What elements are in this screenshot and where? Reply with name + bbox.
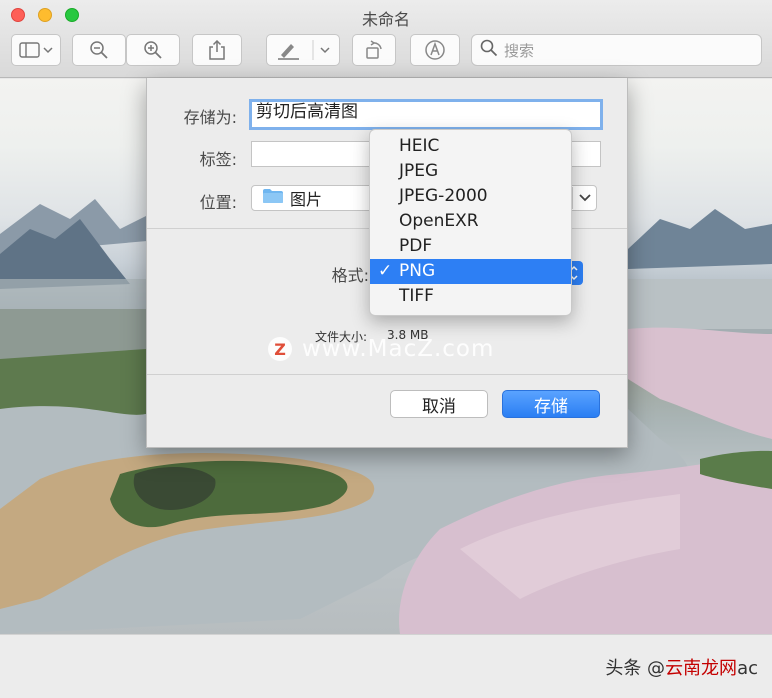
location-label: 位置:: [199, 193, 237, 212]
menu-item-jpeg[interactable]: JPEG: [370, 159, 571, 184]
source-prefix: 头条 @: [605, 658, 666, 679]
location-value: 图片: [290, 190, 323, 209]
sidebar-toggle-button[interactable]: [11, 34, 61, 66]
sidebar-icon: [19, 42, 53, 58]
tags-label: 标签:: [199, 150, 237, 169]
title-bar: 未命名 搜索: [0, 0, 772, 78]
menu-item-label: PNG: [399, 261, 436, 281]
cancel-button[interactable]: 取消: [390, 390, 488, 418]
search-field[interactable]: 搜索: [471, 34, 762, 66]
search-placeholder: 搜索: [504, 41, 535, 60]
source-suffix: ac: [737, 658, 758, 679]
rotate-button[interactable]: [352, 34, 396, 66]
share-icon: [208, 40, 226, 60]
markup-button[interactable]: [266, 34, 340, 66]
rotate-icon: [364, 40, 384, 60]
watermark: Z www.MacZ.com: [268, 336, 494, 362]
menu-item-jpeg-2000[interactable]: JPEG-2000: [370, 184, 571, 209]
divider: [147, 374, 627, 375]
save-as-label: 存储为:: [183, 108, 237, 127]
menu-item-openexr[interactable]: OpenEXR: [370, 209, 571, 234]
annotate-button[interactable]: [410, 34, 460, 66]
annotate-icon: [424, 39, 446, 61]
save-as-field[interactable]: 剪切后高清图: [249, 99, 603, 130]
menu-item-tiff[interactable]: TIFF: [370, 284, 571, 309]
zoom-in-button[interactable]: [126, 34, 180, 66]
menu-item-pdf[interactable]: PDF: [370, 234, 571, 259]
format-label: 格式:: [331, 266, 369, 285]
macz-logo-icon: Z: [268, 337, 292, 361]
zoom-in-icon: [143, 40, 163, 60]
markup-pen-icon: [277, 40, 333, 60]
source-accent: 云南龙网: [665, 658, 738, 679]
watermark-text: www.MacZ.com: [302, 336, 495, 362]
source-watermark: 头条 @云南龙网ac: [605, 654, 758, 680]
chevron-down-icon: [572, 187, 596, 209]
checkmark-icon: ✓: [378, 261, 393, 281]
window-title: 未命名: [361, 10, 410, 29]
menu-item-heic[interactable]: HEIC: [370, 134, 571, 159]
menu-item-png[interactable]: ✓ PNG: [370, 259, 571, 284]
share-button[interactable]: [192, 34, 242, 66]
zoom-out-icon: [89, 40, 109, 60]
save-button[interactable]: 存储: [502, 390, 600, 418]
folder-icon: [262, 188, 284, 208]
search-icon: [480, 39, 498, 61]
zoom-out-button[interactable]: [72, 34, 126, 66]
format-menu: HEIC JPEG JPEG-2000 OpenEXR PDF ✓ PNG TI…: [369, 129, 572, 316]
